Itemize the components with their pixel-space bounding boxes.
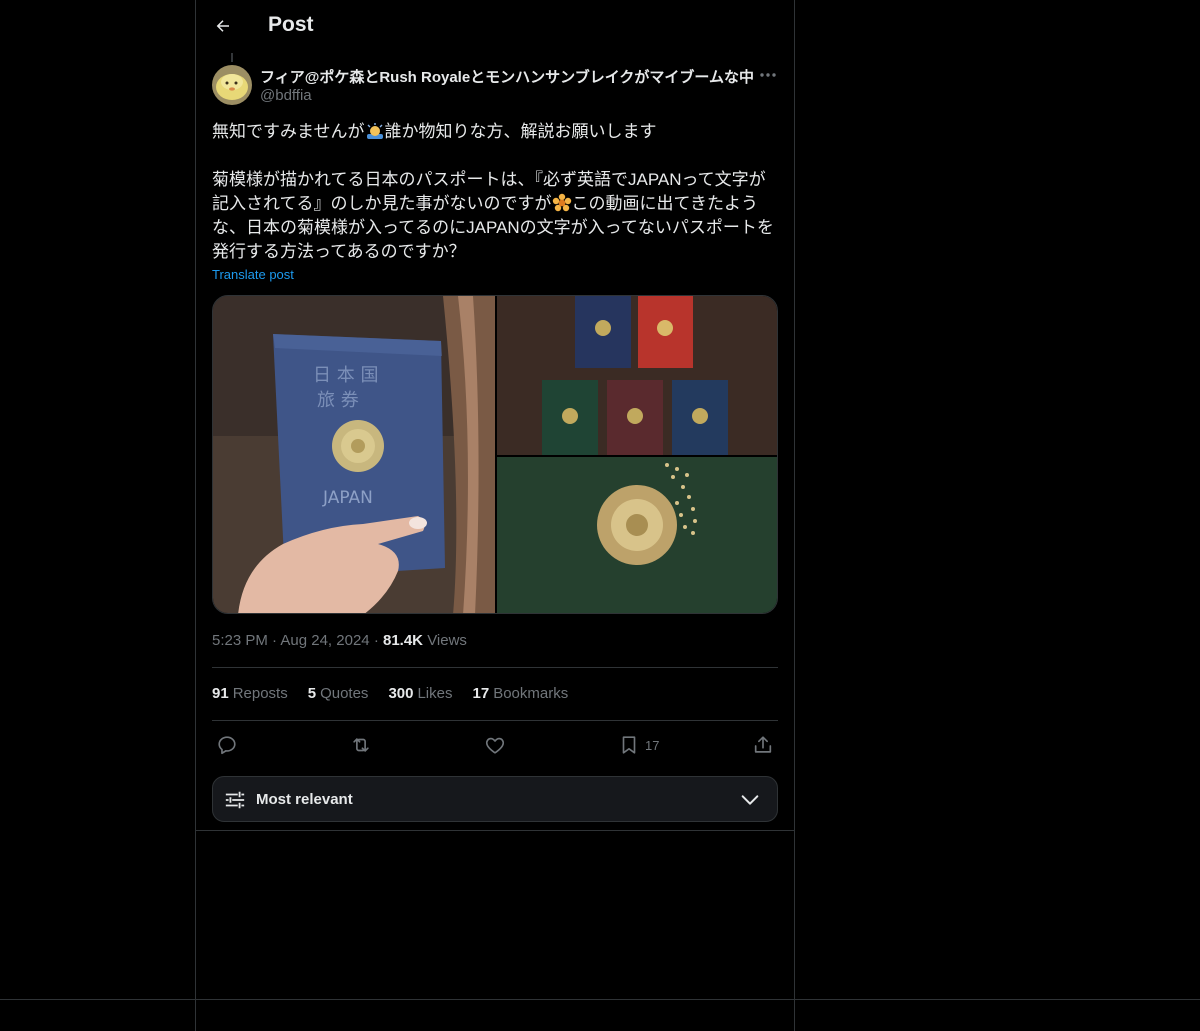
media-image-five-passports[interactable] (497, 296, 777, 455)
reply-button[interactable] (216, 734, 238, 756)
post-text-part: 無知ですみませんが (212, 122, 365, 141)
column-border-right (794, 0, 795, 1031)
views-label: Views (427, 632, 467, 649)
divider (212, 667, 778, 668)
quotes-count: 5 (307, 685, 317, 702)
likes-label: Likes (417, 685, 453, 702)
share-button[interactable] (752, 734, 774, 756)
media-image-chrysanthemum-closeup[interactable] (497, 457, 777, 613)
post-time[interactable]: 5:23 PM (212, 632, 268, 649)
likes-stat[interactable]: 300 Likes (388, 685, 452, 702)
page-header: Post (196, 0, 794, 54)
post-text: 無知ですみませんが 誰か物知りな方、解説お願いします 菊模様が描かれてる日本のパス… (212, 120, 778, 264)
likes-count: 300 (388, 685, 414, 702)
bookmarks-label: Bookmarks (493, 685, 569, 702)
post-date[interactable]: Aug 24, 2024 (280, 632, 369, 649)
more-icon (760, 73, 776, 77)
bookmark-icon (622, 736, 636, 754)
media-grid: 日 本 国 旅 券 JAPAN (212, 295, 778, 614)
separator: · (373, 632, 379, 649)
sort-label: Most relevant (256, 791, 353, 808)
more-button[interactable] (756, 66, 780, 84)
reposts-count: 91 (212, 685, 229, 702)
separator: · (272, 632, 278, 649)
media-image-passport-held[interactable]: 日 本 国 旅 券 JAPAN (213, 296, 495, 613)
thread-connector (231, 53, 233, 62)
back-arrow-icon (216, 20, 229, 32)
divider (0, 999, 1200, 1000)
post-stats: 91 Reposts 5 Quotes 300 Likes 17 Bookmarks (212, 685, 568, 702)
reposts-stat[interactable]: 91 Reposts (212, 685, 288, 702)
bookmarks-stat[interactable]: 17 Bookmarks (473, 685, 569, 702)
passport-cover-text: JAPAN (322, 488, 373, 508)
post-text-part: 誰か物知りな方、解説お願いします (384, 122, 657, 141)
bookmark-count: 17 (645, 737, 660, 753)
reposts-label: Reposts (232, 685, 288, 702)
divider (196, 830, 794, 831)
sort-filter-icon (225, 791, 245, 809)
bookmark-button[interactable]: 17 (618, 734, 659, 756)
column-border-left (195, 0, 196, 1031)
quotes-label: Quotes (320, 685, 369, 702)
person-bowing-emoji-icon (366, 123, 383, 139)
reply-icon (218, 736, 236, 755)
blossom-emoji-icon (552, 193, 571, 212)
post-meta: 5:23 PM · Aug 24, 2024 · 81.4K Views (212, 632, 467, 649)
divider (212, 720, 778, 721)
views-count: 81.4K (382, 632, 424, 649)
avatar[interactable] (212, 65, 252, 105)
page-title: Post (268, 13, 314, 36)
share-icon (754, 736, 772, 753)
avatar-image (212, 65, 252, 105)
svg-text:日 本 国: 日 本 国 (313, 365, 378, 386)
back-button[interactable] (206, 9, 240, 43)
repost-button[interactable] (350, 734, 372, 756)
bookmarks-count: 17 (472, 685, 490, 702)
author-handle[interactable]: @bdffia (260, 87, 312, 104)
action-bar: 17 (212, 732, 778, 760)
repost-icon (353, 738, 369, 752)
like-button[interactable] (484, 734, 506, 756)
translate-post-link[interactable]: Translate post (212, 267, 294, 282)
reply-sort-dropdown[interactable]: Most relevant (212, 776, 778, 822)
like-icon (485, 737, 505, 754)
svg-text:旅 券: 旅 券 (317, 390, 359, 411)
chevron-down-icon (741, 795, 759, 805)
quotes-stat[interactable]: 5 Quotes (308, 685, 369, 702)
author-display-name[interactable]: フィア@ポケ森とRush Royaleとモンハンサンブレイクがマイブームな中 (260, 66, 754, 87)
